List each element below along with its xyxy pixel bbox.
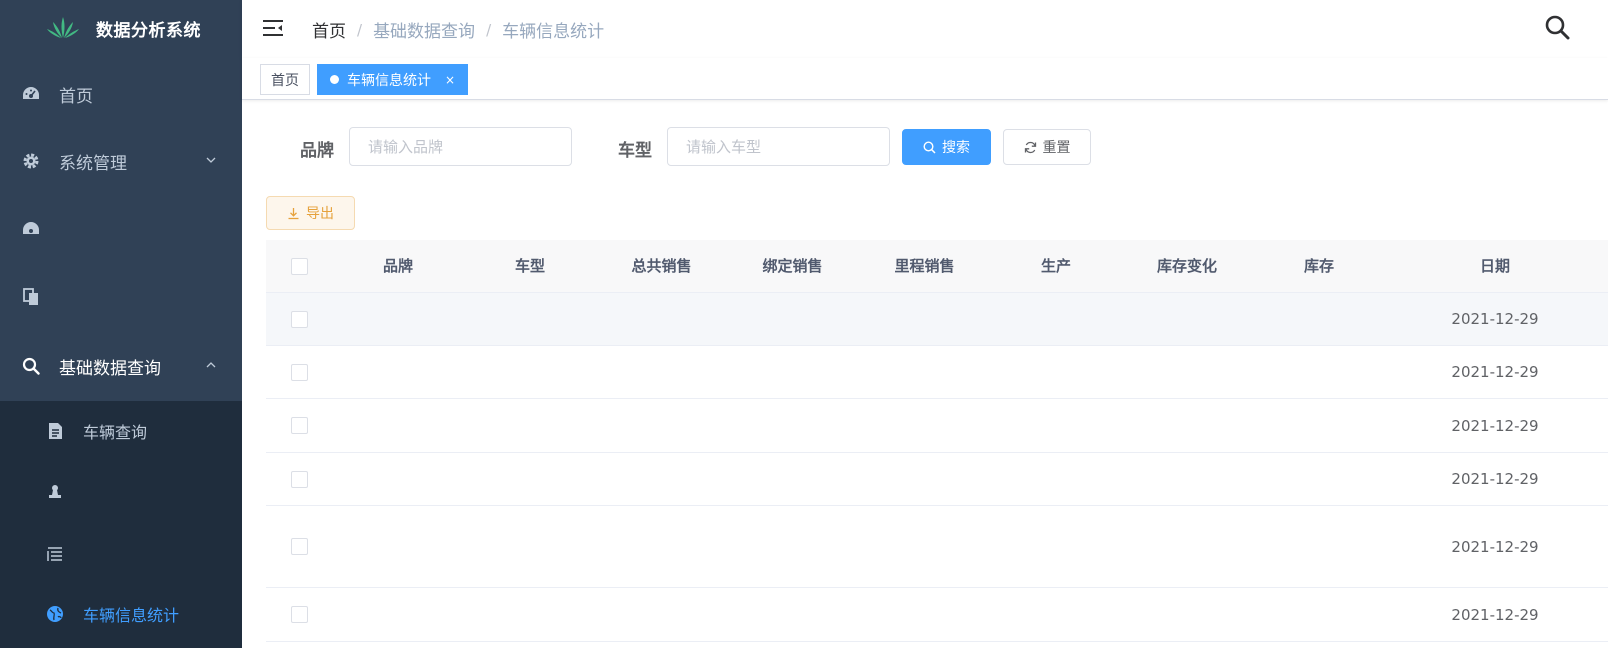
document-icon <box>46 422 64 440</box>
breadcrumb-item-basic-data-query[interactable]: 基础数据查询 <box>373 17 475 42</box>
tag-label: 车辆信息统计 <box>347 72 431 89</box>
logo[interactable]: 数据分析系统 <box>0 0 242 56</box>
chevron-down-icon <box>206 157 216 163</box>
tag-label: 首页 <box>271 72 299 89</box>
export-button-label: 导出 <box>306 206 334 222</box>
row-checkbox[interactable] <box>291 606 308 623</box>
sidebar-item-label: 车辆查询 <box>83 423 148 442</box>
refresh-icon <box>1024 141 1036 153</box>
sidebar-item-basic-data-query[interactable]: 基础数据查询 <box>0 338 242 394</box>
table-row[interactable]: 2021-12-29 <box>266 346 1608 399</box>
submenu-basic-data-query: 车辆查询 车辆信息统计 <box>0 401 242 648</box>
search-icon <box>22 357 40 375</box>
table-row[interactable]: 2021-12-29 <box>266 588 1608 642</box>
date-cell: 2021-12-29 <box>1451 605 1539 624</box>
column-header-total-sales[interactable]: 总共销售 <box>596 240 727 293</box>
date-cell: 2021-12-29 <box>1451 470 1539 488</box>
sidebar-item-vehicle-query[interactable]: 车辆查询 <box>0 403 242 459</box>
breadcrumb-item-current: 车辆信息统计 <box>502 22 605 42</box>
tags-view: 首页 车辆信息统计 × <box>242 58 1608 100</box>
search-icon <box>923 140 936 154</box>
list-icon <box>46 545 64 563</box>
column-header-brand[interactable]: 品牌 <box>332 240 464 293</box>
sidebar-item-label: 基础数据查询 <box>59 358 161 379</box>
active-dot-icon <box>330 75 339 84</box>
navbar: 首页 / 基础数据查询 / 车辆信息统计 <box>242 0 1608 58</box>
breadcrumb-separator: / <box>486 20 492 39</box>
globe-icon <box>46 605 64 623</box>
tag-home[interactable]: 首页 <box>260 64 310 95</box>
reset-button-label: 重置 <box>1042 140 1071 156</box>
stamp-icon <box>46 483 64 501</box>
search-button-label: 搜索 <box>942 140 970 156</box>
model-input[interactable] <box>667 127 890 166</box>
app-title: 数据分析系统 <box>96 20 201 41</box>
gear-icon <box>22 152 40 170</box>
row-checkbox[interactable] <box>291 311 308 328</box>
breadcrumb: 首页 / 基础数据查询 / 车辆信息统计 <box>312 17 605 43</box>
dashboard-icon <box>22 85 40 103</box>
date-cell: 2021-12-29 <box>1451 363 1539 381</box>
date-cell: 2021-12-29 <box>1451 310 1539 328</box>
chart-icon <box>22 220 40 238</box>
sidebar-item-copy[interactable] <box>0 269 242 325</box>
table-row[interactable]: 2021-12-29 <box>266 453 1608 506</box>
table-header: 品牌 车型 总共销售 绑定销售 里程销售 生产 库存变化 库存 日期 <box>266 240 1608 293</box>
chevron-up-icon <box>206 362 216 368</box>
sidebar-item-label: 系统管理 <box>59 153 127 174</box>
sidebar-item-label: 首页 <box>59 86 93 107</box>
sidebar-item-chart[interactable] <box>0 201 242 257</box>
row-checkbox[interactable] <box>291 538 308 555</box>
sidebar-item-label: 车辆信息统计 <box>83 606 180 625</box>
hamburger-icon[interactable] <box>262 18 284 38</box>
sidebar-item-stamp[interactable] <box>0 464 242 520</box>
copy-icon <box>22 288 40 306</box>
sidebar-item-home[interactable]: 首页 <box>0 66 242 122</box>
table-row[interactable]: 2021-12-29 <box>266 506 1608 588</box>
brand-input[interactable] <box>349 127 572 166</box>
table-row[interactable]: 2021-12-29 <box>266 399 1608 453</box>
row-checkbox[interactable] <box>291 471 308 488</box>
breadcrumb-separator: / <box>357 20 363 39</box>
search-button[interactable]: 搜索 <box>902 129 991 165</box>
row-checkbox[interactable] <box>291 417 308 434</box>
column-header-date[interactable]: 日期 <box>1385 240 1605 293</box>
column-header-mileage-sales[interactable]: 里程销售 <box>858 240 991 293</box>
date-cell: 2021-12-29 <box>1451 537 1539 556</box>
column-header-inventory-change[interactable]: 库存变化 <box>1121 240 1253 293</box>
sidebar: 数据分析系统 首页 系统管理 基础数据查询 车辆查询 车辆信息统计 <box>0 0 242 648</box>
reset-button[interactable]: 重置 <box>1003 129 1091 165</box>
sidebar-item-system[interactable]: 系统管理 <box>0 133 242 189</box>
model-label: 车型 <box>618 141 652 161</box>
close-icon[interactable]: × <box>445 73 455 87</box>
download-icon <box>288 207 299 219</box>
row-checkbox[interactable] <box>291 364 308 381</box>
brand-label: 品牌 <box>300 141 334 161</box>
table-row[interactable]: 2021-12-29 <box>266 293 1608 346</box>
date-cell: 2021-12-29 <box>1451 416 1539 435</box>
select-all-checkbox[interactable] <box>291 258 308 275</box>
column-header-model[interactable]: 车型 <box>464 240 596 293</box>
tag-vehicle-info-stats[interactable]: 车辆信息统计 × <box>317 64 469 95</box>
export-button[interactable]: 导出 <box>266 196 355 230</box>
column-header-production[interactable]: 生产 <box>991 240 1121 293</box>
column-header-inventory[interactable]: 库存 <box>1253 240 1385 293</box>
breadcrumb-item-home[interactable]: 首页 <box>312 17 346 42</box>
vehicle-stats-table: 品牌 车型 总共销售 绑定销售 里程销售 生产 库存变化 库存 日期 2021-… <box>266 240 1608 648</box>
logo-leaf-icon <box>47 17 79 38</box>
sidebar-item-list[interactable] <box>0 526 242 582</box>
sidebar-item-vehicle-info-stats[interactable]: 车辆信息统计 <box>0 586 242 642</box>
header-search-icon[interactable] <box>1544 14 1570 40</box>
column-header-bound-sales[interactable]: 绑定销售 <box>727 240 858 293</box>
